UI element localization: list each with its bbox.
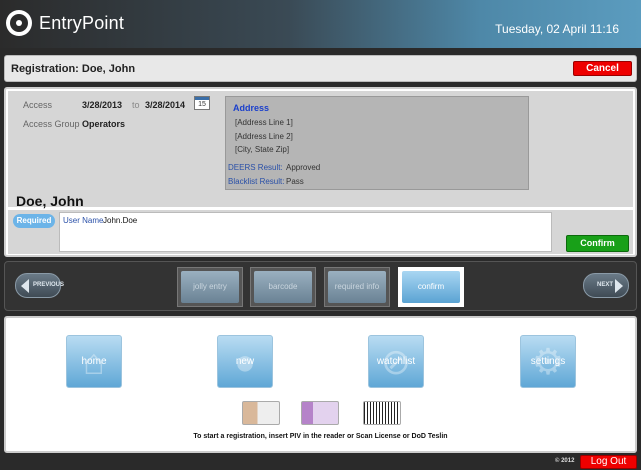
deers-result-value: Approved <box>286 163 321 172</box>
step-confirm[interactable]: confirm <box>398 267 464 307</box>
access-label: Access <box>23 100 53 110</box>
next-label: NEXT <box>597 282 614 288</box>
previous-label: PREVIOUS <box>33 282 65 288</box>
confirm-button[interactable]: Confirm <box>566 235 629 252</box>
cancel-button[interactable]: Cancel <box>573 61 632 76</box>
arrow-right-icon <box>615 279 623 293</box>
required-fields-area: User Name John.Doe <box>59 212 552 252</box>
step-required-info[interactable]: required info <box>324 267 390 307</box>
step-label: required info <box>328 271 386 303</box>
app-name: EntryPoint <box>39 12 125 33</box>
home-panel: ⌂ home ● new ⊘ watchlist ⚙ settings To s… <box>4 316 637 453</box>
blacklist-result-value: Pass <box>286 177 304 186</box>
required-info-row: Required User Name John.Doe Confirm <box>8 210 633 254</box>
access-from-date[interactable]: 3/28/2013 <box>82 100 122 110</box>
access-to-label: to <box>132 100 140 110</box>
step-label: barcode <box>254 271 312 303</box>
access-to-date[interactable]: 3/28/2014 <box>145 100 185 110</box>
step-jolly-entry[interactable]: jolly entry <box>177 267 243 307</box>
tile-label: settings <box>530 356 566 367</box>
previous-button[interactable]: PREVIOUS <box>15 273 65 298</box>
tile-label: watchlist <box>376 356 416 367</box>
address-line-3: [City, State Zip] <box>235 145 290 154</box>
step-label: confirm <box>402 271 460 303</box>
calendar-day: 15 <box>198 101 206 108</box>
step-label: jolly entry <box>181 271 239 303</box>
piv-card-icon <box>242 401 280 425</box>
app-header: EntryPoint Tuesday, 02 April 11:16 <box>0 0 641 48</box>
required-badge[interactable]: Required <box>13 214 55 228</box>
address-line-2: [Address Line 2] <box>235 132 293 141</box>
copyright: © 2012 <box>555 458 575 464</box>
access-group-label: Access Group <box>23 119 80 129</box>
username-field[interactable]: John.Doe <box>103 216 137 225</box>
username-label: User Name <box>63 216 104 225</box>
current-datetime: Tuesday, 02 April 11:16 <box>495 22 619 36</box>
settings-tile[interactable]: ⚙ settings <box>520 335 576 388</box>
registration-bar: Registration: Doe, John Cancel <box>4 55 637 82</box>
arrow-left-icon <box>21 279 29 293</box>
drivers-license-icon <box>301 401 339 425</box>
home-tile[interactable]: ⌂ home <box>66 335 122 388</box>
watchlist-tile[interactable]: ⊘ watchlist <box>368 335 424 388</box>
entrypoint-logo-icon <box>6 10 32 36</box>
tile-label: new <box>235 356 255 367</box>
address-line-1: [Address Line 1] <box>235 118 293 127</box>
blacklist-result-label: Blacklist Result: <box>228 177 285 186</box>
logout-button[interactable]: Log Out <box>580 455 637 469</box>
workflow-steps-bar: PREVIOUS jolly entry barcode required in… <box>4 261 637 311</box>
deers-result-label: DEERS Result: <box>228 163 283 172</box>
details-summary: Access 3/28/2013 to 3/28/2014 15 Access … <box>8 91 633 209</box>
tile-label: home <box>81 356 107 367</box>
registration-hint: To start a registration, insert PIV in t… <box>193 433 448 440</box>
access-group-value[interactable]: Operators <box>82 119 125 129</box>
new-tile[interactable]: ● new <box>217 335 273 388</box>
registration-details-panel: Access 3/28/2013 to 3/28/2014 15 Access … <box>4 87 637 257</box>
person-name: Doe, John <box>16 193 84 209</box>
address-box: Address [Address Line 1] [Address Line 2… <box>225 96 529 190</box>
barcode-card-icon <box>363 401 401 425</box>
app-logo: EntryPoint <box>6 10 124 36</box>
calendar-icon[interactable]: 15 <box>194 96 210 110</box>
registration-title: Registration: Doe, John <box>11 63 136 75</box>
next-button[interactable]: NEXT <box>583 273 629 298</box>
address-title: Address <box>233 103 270 113</box>
step-barcode[interactable]: barcode <box>250 267 316 307</box>
